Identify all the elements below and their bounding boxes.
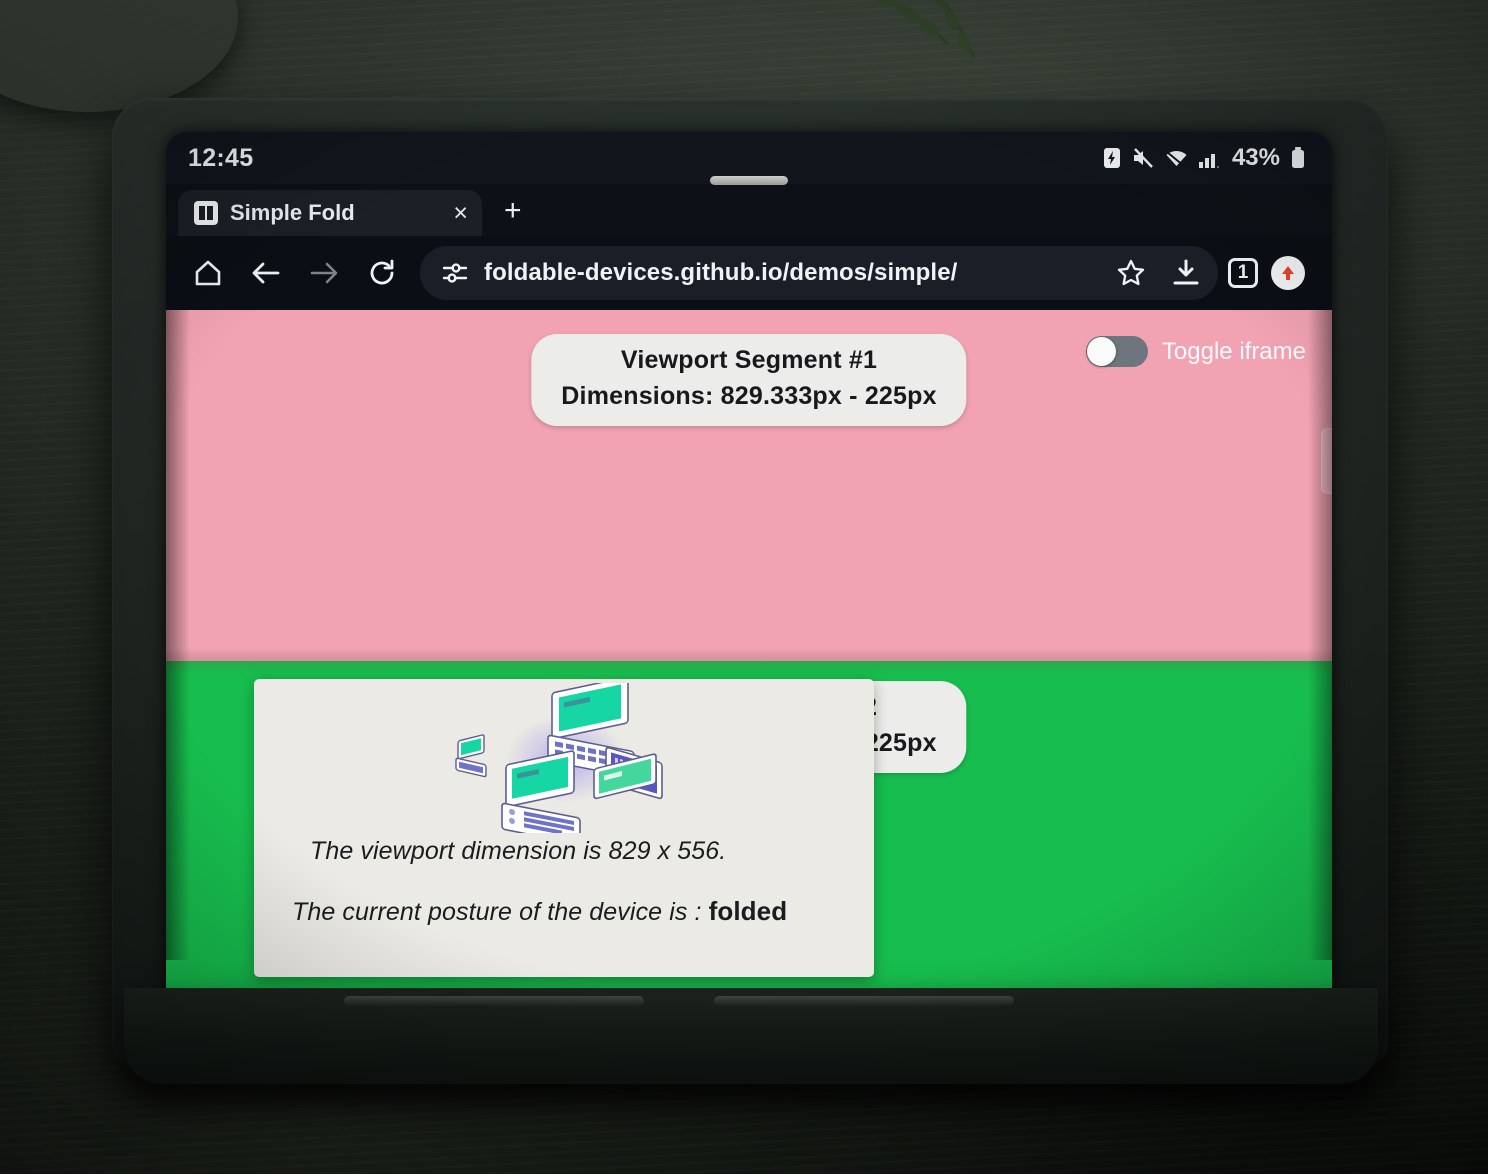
web-content-area: Viewport Segment #1 Dimensions: 829.333p… (166, 310, 1332, 1012)
tab-counter-button[interactable]: 1 (1228, 258, 1258, 288)
battery-icon (1292, 147, 1304, 168)
download-icon[interactable] (1172, 258, 1200, 288)
earpiece-speaker-grille (710, 176, 788, 185)
status-icons: 43% (1102, 144, 1306, 172)
viewport-segment-2: Viewport Segment #2 Dimensions: 829.333p… (166, 661, 1332, 1012)
url-text[interactable]: foldable-devices.github.io/demos/simple/ (484, 259, 1100, 287)
omnibox-actions (1116, 258, 1200, 288)
viewport-segment-1: Viewport Segment #1 Dimensions: 829.333p… (166, 310, 1332, 661)
address-bar[interactable]: foldable-devices.github.io/demos/simple/ (420, 246, 1218, 300)
home-icon (195, 260, 221, 286)
device-posture-line: The current posture of the device is : f… (292, 896, 874, 927)
profile-update-button[interactable] (1260, 245, 1316, 301)
new-tab-button[interactable]: + (482, 196, 540, 236)
forward-arrow-icon (310, 262, 338, 284)
foldable-favicon-icon (194, 201, 218, 225)
close-tab-button[interactable]: × (447, 200, 468, 226)
foldable-devices-illustration (455, 683, 663, 833)
star-icon[interactable] (1116, 258, 1146, 288)
segment-1-dimensions: Dimensions: 829.333px - 225px (561, 382, 937, 410)
edge-panel-handle[interactable] (1321, 428, 1332, 494)
back-arrow-icon (252, 262, 280, 284)
device-screen: 12:45 43% Simple Fold × + foldable-devic… (166, 132, 1332, 1012)
mute-icon (1133, 148, 1153, 168)
site-settings-icon (442, 263, 468, 283)
forward-button[interactable] (296, 245, 352, 301)
illustration-wrap (254, 679, 874, 833)
device-case-bottom-lip (124, 988, 1378, 1084)
wifi-icon (1166, 151, 1187, 167)
reload-icon (370, 259, 394, 285)
case-seam-left (344, 996, 644, 1006)
toggle-knob (1086, 337, 1116, 366)
photo-scene: 12:45 43% Simple Fold × + foldable-devic… (0, 0, 1488, 1174)
toggle-iframe-control[interactable]: Toggle iframe (1085, 336, 1306, 367)
tab-title: Simple Fold (230, 200, 355, 225)
segment-1-badge: Viewport Segment #1 Dimensions: 829.333p… (531, 334, 967, 426)
back-button[interactable] (238, 245, 294, 301)
iframe-info-card: The viewport dimension is 829 x 556. The… (254, 679, 874, 977)
browser-tab[interactable]: Simple Fold × (178, 190, 482, 236)
cellular-signal-icon (1198, 154, 1219, 168)
fern-plant-decoration (870, 0, 976, 59)
battery-percent-label: 43% (1231, 144, 1280, 171)
desk-coaster (0, 0, 238, 112)
segment-1-title: Viewport Segment #1 (620, 346, 878, 374)
toggle-iframe-switch[interactable] (1085, 336, 1148, 367)
case-seam-right (714, 996, 1014, 1006)
home-button[interactable] (180, 245, 236, 301)
posture-prefix: The current posture of the device is : (292, 898, 709, 926)
battery-saver-icon (1103, 148, 1120, 168)
viewport-dimension-line: The viewport dimension is 829 x 556. (310, 837, 727, 865)
toggle-iframe-label: Toggle iframe (1161, 337, 1306, 365)
browser-toolbar: foldable-devices.github.io/demos/simple/… (166, 236, 1332, 310)
status-clock: 12:45 (188, 143, 254, 172)
reload-button[interactable] (354, 245, 410, 301)
browser-tab-strip: Simple Fold × + (166, 184, 1332, 236)
iframe-card-text: The viewport dimension is 829 x 556. The… (254, 831, 874, 927)
profile-update-icon (1271, 256, 1305, 290)
posture-value: folded (708, 896, 788, 926)
